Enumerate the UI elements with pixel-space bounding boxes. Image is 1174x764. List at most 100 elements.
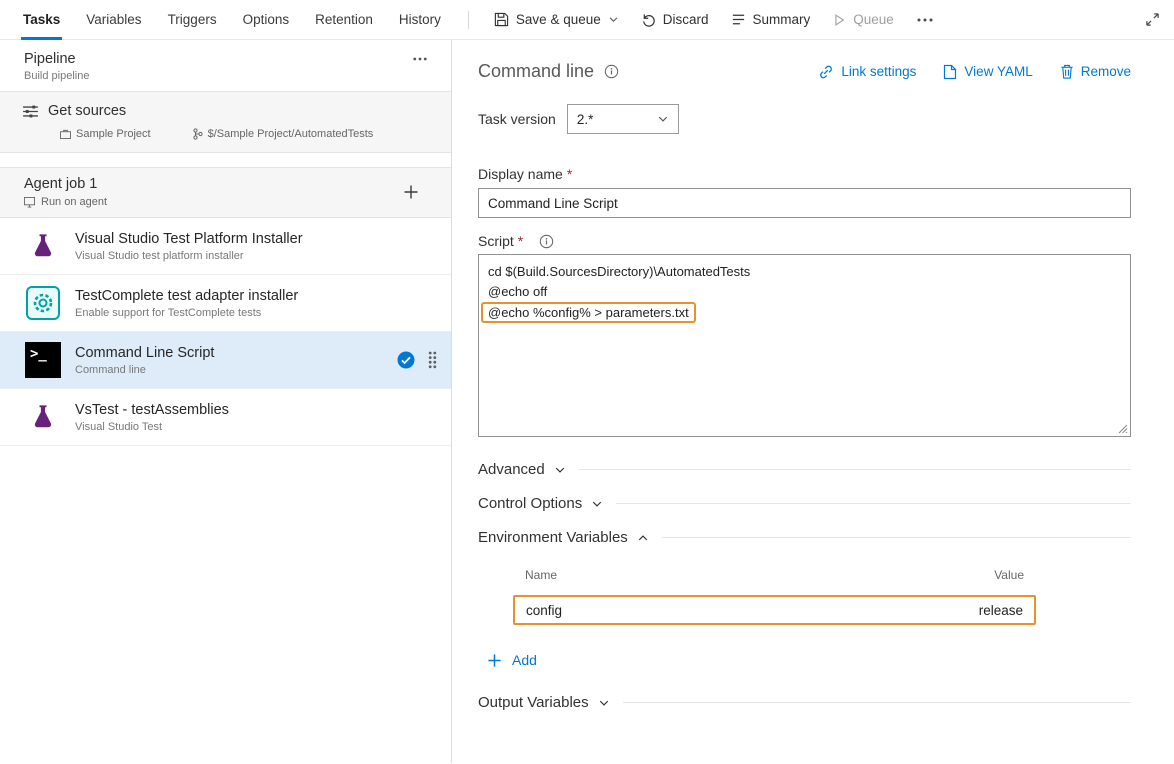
output-variables-label: Output Variables	[478, 694, 589, 711]
sources-icon	[22, 105, 39, 118]
testcomplete-icon	[24, 284, 62, 322]
section-divider	[579, 469, 1131, 470]
script-label: Script	[478, 233, 514, 249]
task-version-select[interactable]: 2.*	[567, 104, 679, 134]
pipeline-header[interactable]: Pipeline Build pipeline	[0, 40, 451, 92]
env-name-input[interactable]: config	[526, 603, 562, 618]
column-header-name: Name	[525, 568, 557, 582]
section-output-variables[interactable]: Output Variables	[478, 694, 1131, 711]
agent-job-title: Agent job 1	[24, 176, 107, 192]
link-icon	[818, 64, 834, 80]
get-sources-row[interactable]: Get sources Sample Project $/Sample Proj…	[0, 92, 451, 153]
info-icon[interactable]	[604, 64, 619, 79]
selected-check-icon	[397, 351, 415, 369]
remove-button[interactable]: Remove	[1060, 64, 1131, 80]
chevron-down-icon	[598, 697, 610, 709]
section-control-options[interactable]: Control Options	[478, 495, 1131, 512]
resize-handle-icon[interactable]	[1118, 424, 1128, 434]
fullscreen-icon[interactable]	[1145, 12, 1160, 27]
tab-tasks[interactable]: Tasks	[10, 0, 73, 40]
section-divider	[616, 503, 1131, 504]
remove-label: Remove	[1081, 64, 1131, 79]
drag-handle-icon[interactable]	[428, 351, 437, 369]
task-type-title: Command line	[478, 61, 594, 82]
info-icon[interactable]	[539, 234, 554, 249]
pipeline-tree-panel: Pipeline Build pipeline Get sources Sam	[0, 40, 452, 763]
command-line-icon: >_	[24, 341, 62, 379]
task-row-vstest-assemblies[interactable]: VsTest - testAssemblies Visual Studio Te…	[0, 389, 451, 446]
tab-variables[interactable]: Variables	[73, 0, 154, 40]
tab-history[interactable]: History	[386, 0, 454, 40]
section-environment-variables[interactable]: Environment Variables	[478, 529, 1131, 546]
add-label: Add	[512, 652, 537, 668]
task-title: TestComplete test adapter installer	[75, 288, 298, 304]
task-title: VsTest - testAssemblies	[75, 402, 229, 418]
advanced-label: Advanced	[478, 461, 545, 478]
document-icon	[943, 64, 957, 80]
agent-icon	[24, 197, 35, 208]
tab-triggers[interactable]: Triggers	[155, 0, 230, 40]
task-version-label: Task version	[478, 111, 556, 127]
play-icon	[832, 13, 846, 27]
script-line: cd $(Build.SourcesDirectory)\AutomatedTe…	[488, 262, 1121, 282]
control-options-label: Control Options	[478, 495, 582, 512]
save-queue-button[interactable]: Save & queue	[494, 12, 619, 27]
display-name-input[interactable]	[478, 188, 1131, 218]
column-header-value: Value	[994, 568, 1024, 582]
undo-icon	[641, 12, 656, 27]
pipeline-more-icon[interactable]	[409, 51, 431, 67]
toolbar-divider	[468, 11, 469, 29]
discard-button[interactable]: Discard	[641, 12, 709, 27]
queue-button: Queue	[832, 12, 894, 27]
task-subtitle: Enable support for TestComplete tests	[75, 307, 298, 319]
top-toolbar: Tasks Variables Triggers Options Retenti…	[0, 0, 1174, 40]
task-row-command-line-script[interactable]: >_ Command Line Script Command line	[0, 332, 451, 389]
get-sources-title: Get sources	[48, 103, 126, 119]
link-settings-button[interactable]: Link settings	[818, 64, 916, 80]
task-subtitle: Visual Studio test platform installer	[75, 250, 303, 262]
save-icon	[494, 12, 509, 27]
display-name-label: Display name	[478, 166, 563, 182]
tab-retention[interactable]: Retention	[302, 0, 386, 40]
tab-options[interactable]: Options	[230, 0, 303, 40]
add-variable-button[interactable]: Add	[487, 652, 1131, 668]
branch-icon	[193, 128, 203, 140]
chevron-down-icon	[657, 113, 669, 125]
chevron-down-icon	[591, 498, 603, 510]
section-divider	[662, 537, 1131, 538]
project-name: Sample Project	[76, 128, 151, 140]
task-row-vs-test-platform-installer[interactable]: Visual Studio Test Platform Installer Vi…	[0, 218, 451, 275]
agent-job-row[interactable]: Agent job 1 Run on agent	[0, 167, 451, 218]
script-line: @echo %config% > parameters.txt	[488, 302, 1121, 323]
task-version-value: 2.*	[577, 112, 594, 127]
project-icon	[60, 129, 71, 139]
save-queue-label: Save & queue	[516, 12, 601, 27]
env-value-input[interactable]: release	[979, 603, 1023, 618]
repo-path: $/Sample Project/AutomatedTests	[208, 128, 374, 140]
plus-icon	[487, 653, 502, 668]
chevron-down-icon	[554, 464, 566, 476]
script-textarea[interactable]: cd $(Build.SourcesDirectory)\AutomatedTe…	[478, 254, 1131, 437]
required-mark: *	[518, 233, 523, 249]
pipeline-subtitle: Build pipeline	[24, 70, 89, 82]
trash-icon	[1060, 64, 1074, 79]
script-line: @echo off	[488, 282, 1121, 302]
add-task-button[interactable]	[403, 184, 419, 200]
section-advanced[interactable]: Advanced	[478, 461, 1131, 478]
link-settings-label: Link settings	[841, 64, 916, 79]
project-ref: Sample Project	[60, 128, 151, 140]
summary-button[interactable]: Summary	[731, 12, 811, 27]
chevron-down-icon[interactable]	[608, 14, 619, 25]
list-icon	[731, 12, 746, 27]
pipeline-title: Pipeline	[24, 51, 89, 67]
chevron-up-icon	[637, 532, 649, 544]
flask-icon	[24, 227, 62, 265]
task-title: Command Line Script	[75, 345, 214, 361]
view-yaml-button[interactable]: View YAML	[943, 64, 1032, 80]
env-var-row: config release	[513, 595, 1036, 625]
task-subtitle: Command line	[75, 364, 214, 376]
view-yaml-label: View YAML	[964, 64, 1032, 79]
task-row-testcomplete-adapter[interactable]: TestComplete test adapter installer Enab…	[0, 275, 451, 332]
more-actions-icon[interactable]	[917, 18, 933, 22]
queue-label: Queue	[853, 12, 894, 27]
